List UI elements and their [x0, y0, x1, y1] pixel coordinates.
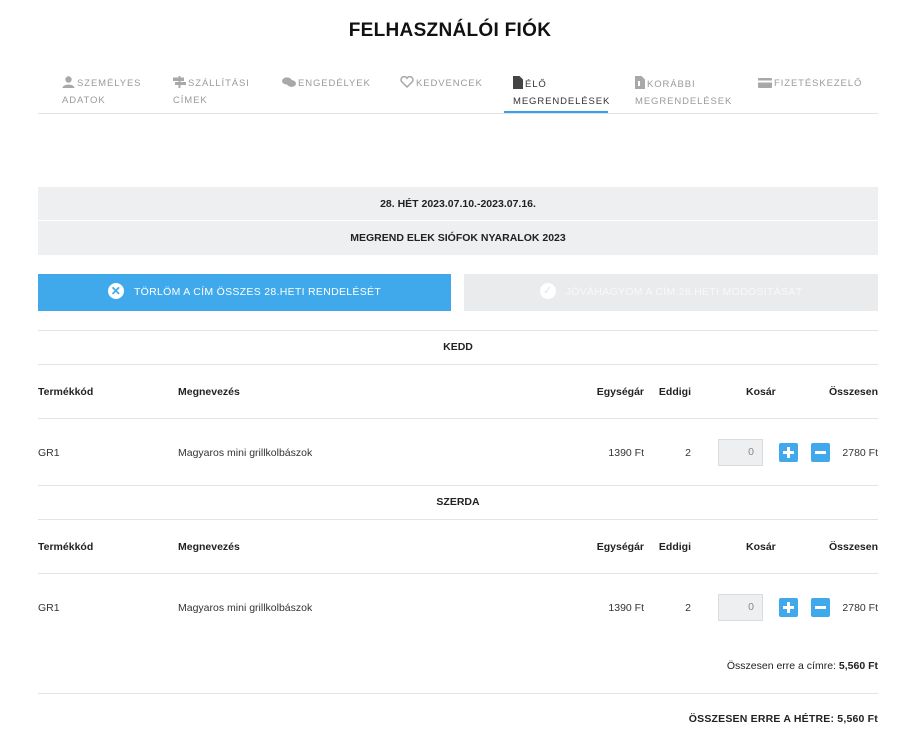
- tab-label: KORÁBBI: [647, 79, 696, 90]
- col-header-cart: Kosár: [746, 386, 776, 398]
- product-code: GR1: [38, 602, 60, 614]
- document-icon: [513, 76, 523, 94]
- week-total: ÖSSZESEN ERRE A HÉTRE: 5,560 Ft: [689, 713, 878, 725]
- heart-icon: [400, 75, 414, 93]
- archive-document-icon: [635, 76, 645, 94]
- tab-label: ENGEDÉLYEK: [298, 78, 371, 89]
- tab-payment-manager[interactable]: FIZETÉSKEZELŐ: [758, 76, 862, 93]
- active-tab-indicator: [504, 111, 608, 113]
- delete-week-orders-label: TÖRLÖM A CÍM ÖSSZES 28.HETI RENDELÉSÉT: [133, 286, 382, 298]
- row-total: 2780 Ft: [842, 447, 878, 459]
- col-header-so-far: Eddigi: [658, 386, 691, 398]
- tab-label: SZEMÉLYES: [77, 78, 142, 89]
- address-total-label: Összesen erre a címre:: [726, 660, 836, 672]
- approve-week-changes-button[interactable]: ✓ JÓVÁHAGYOM A CÍM 28.HETI MÓDOSÍTÁSÁT: [464, 274, 878, 311]
- address-total-value: 5,560 Ft: [838, 660, 878, 672]
- tab-shipping-addresses[interactable]: SZÁLLÍTÁSI CÍMEK: [173, 76, 250, 108]
- increase-qty-button[interactable]: [779, 598, 798, 617]
- account-tabs: SZEMÉLYES ADATOK SZÁLLÍTÁSI CÍMEK ENGEDÉ…: [38, 73, 878, 114]
- tab-label: ADATOK: [62, 95, 106, 106]
- day-title: KEDD: [443, 341, 473, 353]
- col-header-unit-price: Egységár: [596, 541, 644, 553]
- tab-label: KEDVENCEK: [416, 78, 483, 89]
- col-header-code: Termékkód: [38, 386, 94, 398]
- delivery-address: MEGREND ELEK SIÓFOK NYARALOK 2023: [38, 220, 878, 255]
- divider: [38, 330, 878, 331]
- col-header-unit-price: Egységár: [596, 386, 644, 398]
- divider: [38, 693, 878, 694]
- day-title: SZERDA: [436, 496, 480, 508]
- signpost-icon: [173, 76, 186, 93]
- check-circle-icon: ✓: [539, 283, 556, 299]
- col-header-code: Termékkód: [38, 541, 94, 553]
- cart-qty-input[interactable]: 0: [718, 594, 763, 621]
- col-header-total: Összesen: [828, 386, 878, 398]
- product-name: Magyaros mini grillkolbászok: [178, 602, 313, 614]
- tab-label: CÍMEK: [173, 95, 208, 106]
- tab-label: ÉLŐ: [525, 79, 547, 90]
- cart-qty-input[interactable]: 0: [718, 439, 763, 466]
- col-header-so-far: Eddigi: [658, 541, 691, 553]
- approve-week-changes-label: JÓVÁHAGYOM A CÍM 28.HETI MÓDOSÍTÁSÁT: [565, 286, 803, 298]
- user-icon: [62, 76, 75, 93]
- tab-permissions[interactable]: ENGEDÉLYEK: [282, 76, 371, 93]
- week-title: 28. HÉT 2023.07.10.-2023.07.16.: [380, 198, 536, 210]
- tab-label: FIZETÉSKEZELŐ: [774, 78, 863, 89]
- page-title: FELHASZNÁLÓI FIÓK: [348, 20, 552, 41]
- tab-favorites[interactable]: KEDVENCEK: [400, 75, 483, 93]
- divider: [38, 418, 878, 419]
- credit-card-icon: [758, 78, 772, 93]
- close-circle-icon: ✕: [107, 283, 124, 299]
- week-total-value: 5,560 Ft: [837, 713, 878, 725]
- chat-icon: [282, 77, 296, 93]
- week-total-label: ÖSSZESEN ERRE A HÉTRE:: [688, 713, 835, 725]
- increase-qty-button[interactable]: [779, 443, 798, 462]
- col-header-name: Megnevezés: [178, 386, 240, 398]
- delete-week-orders-button[interactable]: ✕ TÖRLÖM A CÍM ÖSSZES 28.HETI RENDELÉSÉT: [38, 274, 451, 311]
- tab-label: MEGRENDELÉSEK: [635, 96, 733, 107]
- tab-live-orders[interactable]: ÉLŐ MEGRENDELÉSEK: [513, 76, 610, 109]
- so-far-qty: 2: [685, 447, 691, 459]
- product-code: GR1: [38, 447, 60, 459]
- address-total: Összesen erre a címre: 5,560 Ft: [727, 660, 878, 672]
- tab-previous-orders[interactable]: KORÁBBI MEGRENDELÉSEK: [635, 76, 732, 109]
- divider: [38, 519, 878, 520]
- unit-price: 1390 Ft: [608, 602, 644, 614]
- week-info-panel: 28. HÉT 2023.07.10.-2023.07.16. MEGREND …: [38, 187, 878, 255]
- unit-price: 1390 Ft: [608, 447, 644, 459]
- col-header-cart: Kosár: [746, 541, 776, 553]
- product-name: Magyaros mini grillkolbászok: [178, 447, 313, 459]
- so-far-qty: 2: [685, 602, 691, 614]
- col-header-total: Összesen: [828, 541, 878, 553]
- divider: [38, 364, 878, 365]
- tab-personal-data[interactable]: SZEMÉLYES ADATOK: [62, 76, 141, 108]
- col-header-name: Megnevezés: [178, 541, 240, 553]
- divider: [38, 573, 878, 574]
- divider: [38, 485, 878, 486]
- tab-label: MEGRENDELÉSEK: [513, 96, 611, 107]
- tab-label: SZÁLLÍTÁSI: [188, 78, 250, 89]
- row-total: 2780 Ft: [842, 602, 878, 614]
